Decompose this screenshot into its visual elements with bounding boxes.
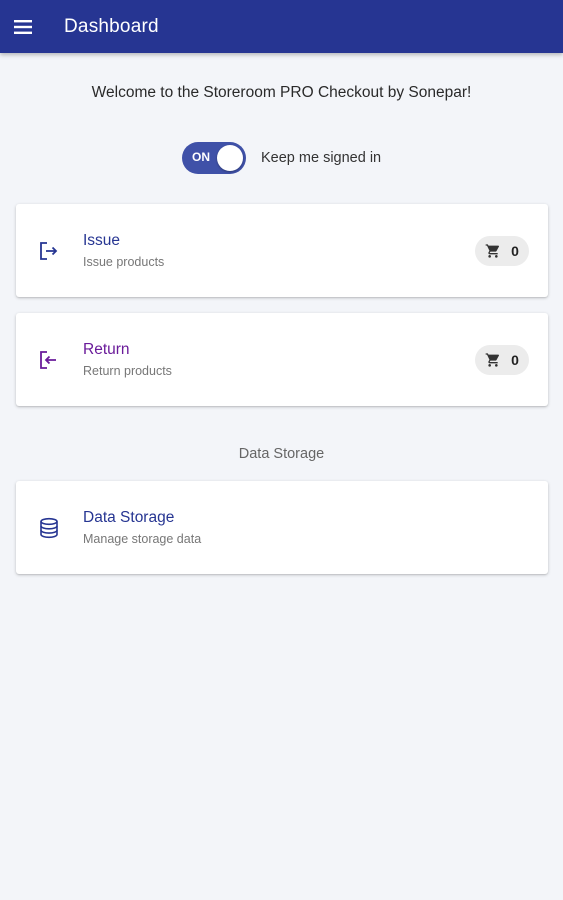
shopping-cart-icon	[485, 244, 500, 258]
return-icon	[40, 351, 56, 369]
shopping-cart-icon	[485, 353, 500, 367]
app-bar: Dashboard	[0, 0, 563, 53]
data-storage-title: Data Storage	[83, 509, 175, 526]
data-storage-subtitle: Manage storage data	[83, 532, 202, 546]
keep-signed-in-row: ON Keep me signed in	[182, 142, 381, 174]
hamburger-menu-icon	[14, 19, 32, 34]
toggle-state-label: ON	[192, 150, 210, 164]
issue-icon	[40, 242, 58, 260]
issue-cart-chip[interactable]: 0	[475, 236, 529, 266]
return-card[interactable]: Return Return products 0	[16, 313, 548, 406]
data-storage-card[interactable]: Data Storage Manage storage data	[16, 481, 548, 574]
issue-subtitle: Issue products	[83, 255, 165, 269]
welcome-message: Welcome to the Storeroom PRO Checkout by…	[91, 84, 472, 101]
keep-signed-in-toggle[interactable]: ON	[182, 142, 246, 174]
issue-card[interactable]: Issue Issue products 0	[16, 204, 548, 297]
database-icon	[40, 517, 58, 539]
return-subtitle: Return products	[83, 364, 172, 378]
issue-cart-count: 0	[511, 243, 519, 259]
return-title: Return	[83, 341, 130, 358]
issue-title: Issue	[83, 232, 121, 249]
page-title: Dashboard	[64, 15, 159, 37]
data-storage-section-label: Data Storage	[238, 446, 325, 462]
toggle-knob	[217, 145, 243, 171]
return-cart-chip[interactable]: 0	[475, 345, 529, 375]
keep-signed-in-label: Keep me signed in	[261, 150, 382, 166]
menu-button[interactable]	[0, 0, 46, 53]
return-cart-count: 0	[511, 352, 519, 368]
